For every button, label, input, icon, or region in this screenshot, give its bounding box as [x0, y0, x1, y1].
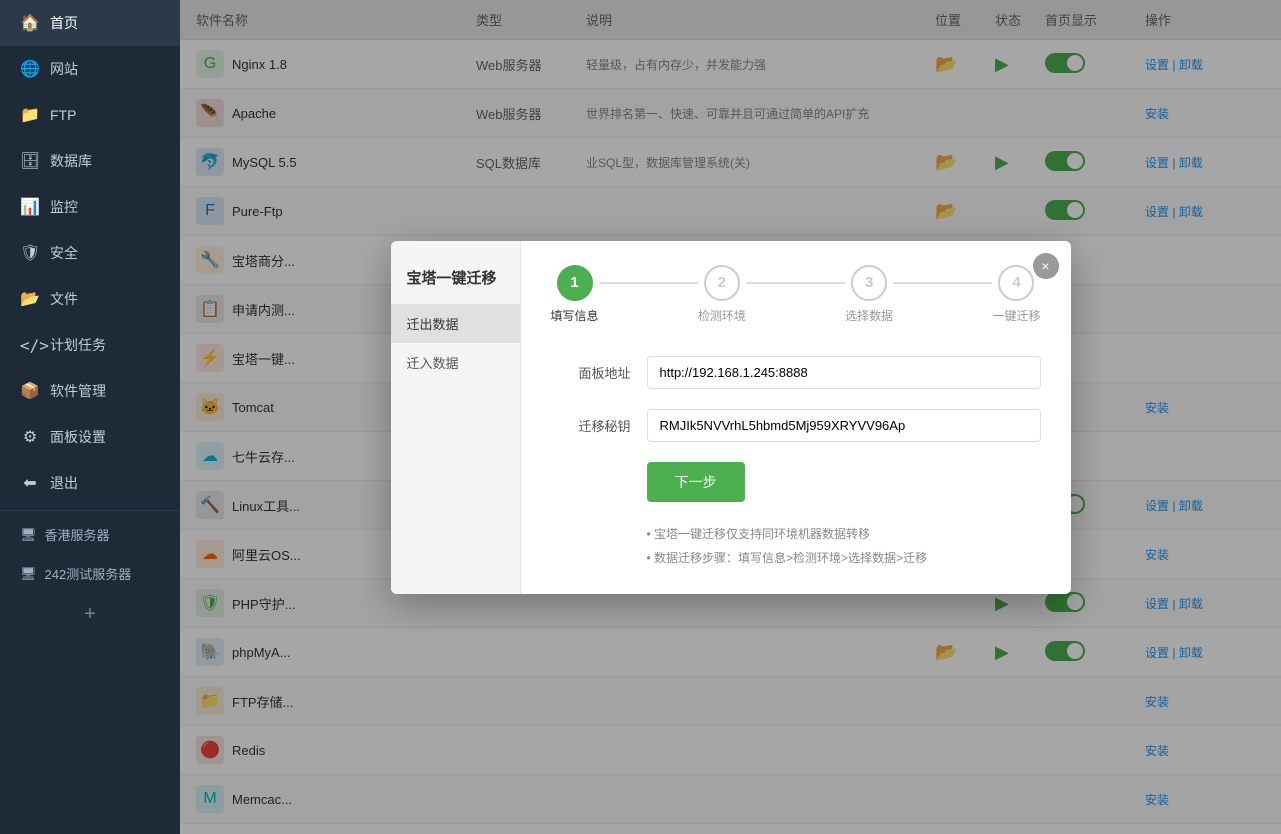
sidebar-item-database[interactable]: 🗄 数据库 [0, 138, 180, 184]
note-2: 数据迁移步骤：填写信息>检测环境>选择数据>迁移 [647, 546, 1041, 570]
sidebar-item-security[interactable]: 🛡 安全 [0, 230, 180, 276]
panel-address-input[interactable] [647, 356, 1041, 389]
database-icon: 🗄 [20, 151, 40, 171]
step-4-circle: 4 [998, 265, 1034, 301]
migration-notes: 宝塔一键迁移仅支持同环境机器数据转移 数据迁移步骤：填写信息>检测环境>选择数据… [647, 522, 1041, 570]
sidebar-item-files[interactable]: 📂 文件 [0, 276, 180, 322]
step-1-circle: 1 [557, 265, 593, 301]
step-2-circle: 2 [704, 265, 740, 301]
modal-overlay[interactable]: × 宝塔一键迁移 迁出数据 迁入数据 1 填写信息 2 检 [180, 0, 1281, 834]
sidebar-server-2[interactable]: 🖥 242测试服务器 [0, 554, 180, 593]
sidebar-item-home-label: 首页 [50, 13, 78, 33]
sidebar-item-files-label: 文件 [50, 289, 78, 309]
step-2-label: 检测环境 [698, 307, 746, 324]
sidebar-item-home[interactable]: 🏠 首页 [0, 0, 180, 46]
sidebar-divider [0, 510, 180, 511]
files-icon: 📂 [20, 289, 40, 309]
add-server-button[interactable]: + [0, 593, 180, 636]
step-1-label: 填写信息 [551, 307, 599, 324]
panel-address-row: 面板地址 [551, 356, 1041, 389]
sidebar: 🏠 首页 🌐 网站 📁 FTP 🗄 数据库 📊 监控 🛡 安全 📂 文件 </>… [0, 0, 180, 834]
cron-icon: </> [20, 336, 40, 355]
steps-indicator: 1 填写信息 2 检测环境 3 选择数据 4 [551, 265, 1041, 324]
home-icon: 🏠 [20, 13, 40, 33]
sidebar-item-panel[interactable]: ⚙ 面板设置 [0, 414, 180, 460]
step-line-1 [599, 282, 698, 284]
sidebar-item-website[interactable]: 🌐 网站 [0, 46, 180, 92]
website-icon: 🌐 [20, 59, 40, 79]
plus-icon: + [84, 603, 96, 626]
migration-key-row: 迁移秘钥 [551, 409, 1041, 442]
sidebar-item-software[interactable]: 📦 软件管理 [0, 368, 180, 414]
server2-icon: 🖥 [20, 566, 37, 582]
step-3: 3 选择数据 [845, 265, 893, 324]
server1-icon: 🖥 [20, 527, 37, 543]
sidebar-item-website-label: 网站 [50, 59, 78, 79]
sidebar-item-ftp-label: FTP [50, 107, 76, 123]
sidebar-server-1[interactable]: 🖥 香港服务器 [0, 515, 180, 554]
sidebar-item-security-label: 安全 [50, 243, 78, 263]
sidebar-item-monitor[interactable]: 📊 监控 [0, 184, 180, 230]
sidebar-item-software-label: 软件管理 [50, 381, 106, 401]
step-4: 4 一键迁移 [992, 265, 1040, 324]
step-3-circle: 3 [851, 265, 887, 301]
sidebar-item-panel-label: 面板设置 [50, 427, 106, 447]
sidebar-server-1-label: 香港服务器 [45, 525, 110, 544]
sidebar-item-logout-label: 退出 [50, 473, 78, 493]
sidebar-item-database-label: 数据库 [50, 151, 92, 171]
step-line-3 [893, 282, 992, 284]
step-3-label: 选择数据 [845, 307, 893, 324]
migration-key-label: 迁移秘钥 [551, 416, 631, 435]
panel-address-label: 面板地址 [551, 363, 631, 382]
sidebar-item-logout[interactable]: ⬅ 退出 [0, 460, 180, 506]
modal-title: 宝塔一键迁移 [391, 257, 520, 304]
migration-modal: × 宝塔一键迁移 迁出数据 迁入数据 1 填写信息 2 检 [391, 241, 1071, 594]
panel-icon: ⚙ [20, 427, 40, 447]
sidebar-item-cron[interactable]: </> 计划任务 [0, 322, 180, 368]
step-1: 1 填写信息 [551, 265, 599, 324]
ftp-icon: 📁 [20, 105, 40, 125]
sidebar-item-ftp[interactable]: 📁 FTP [0, 92, 180, 138]
modal-body: 1 填写信息 2 检测环境 3 选择数据 4 [521, 241, 1071, 594]
logout-icon: ⬅ [20, 473, 40, 493]
step-4-label: 一键迁移 [992, 307, 1040, 324]
modal-sidebar: 宝塔一键迁移 迁出数据 迁入数据 [391, 241, 521, 594]
sidebar-server-2-label: 242测试服务器 [45, 564, 132, 583]
modal-import-tab[interactable]: 迁入数据 [391, 343, 520, 382]
step-2: 2 检测环境 [698, 265, 746, 324]
monitor-icon: 📊 [20, 197, 40, 217]
modal-export-tab[interactable]: 迁出数据 [391, 304, 520, 343]
next-step-button[interactable]: 下一步 [647, 462, 745, 502]
security-icon: 🛡 [20, 243, 40, 263]
step-line-2 [746, 282, 845, 284]
software-icon-nav: 📦 [20, 381, 40, 401]
sidebar-item-monitor-label: 监控 [50, 197, 78, 217]
sidebar-item-cron-label: 计划任务 [50, 335, 106, 355]
main-content: 软件名称 类型 说明 位置 状态 首页显示 操作 GNginx 1.8Web服务… [180, 0, 1281, 834]
note-1: 宝塔一键迁移仅支持同环境机器数据转移 [647, 522, 1041, 546]
modal-close-button[interactable]: × [1033, 253, 1059, 279]
migration-key-input[interactable] [647, 409, 1041, 442]
